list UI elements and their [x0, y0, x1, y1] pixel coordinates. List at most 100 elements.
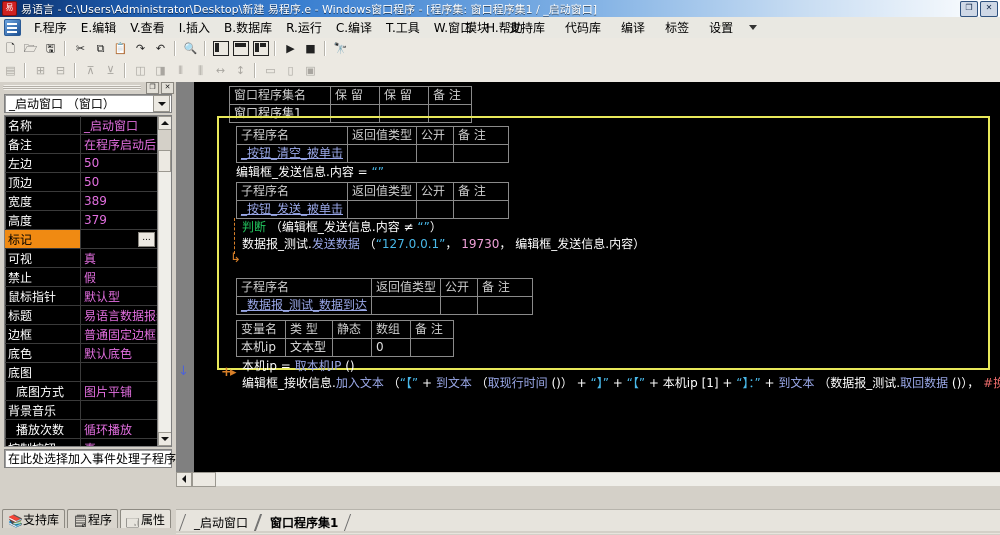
- property-row[interactable]: 底色默认底色: [5, 344, 157, 363]
- property-row[interactable]: 可视真: [5, 249, 157, 268]
- menu-item-codelib[interactable]: 代码库: [555, 17, 611, 38]
- property-value[interactable]: 真: [81, 249, 157, 267]
- property-value[interactable]: [81, 363, 157, 381]
- code-line[interactable]: 数据报_测试.发送数据 （“127.0.0.1”， 19730， 编辑框_发送信…: [242, 236, 645, 253]
- tab-properties[interactable]: 🗔 属性: [120, 509, 171, 528]
- editor-horizontal-scrollbar[interactable]: [176, 472, 1000, 486]
- menu-item-tag[interactable]: 标签: [655, 17, 699, 38]
- stop-square-icon[interactable]: ■: [301, 40, 320, 58]
- property-row[interactable]: 高度379: [5, 211, 157, 230]
- gutter-down-arrow-icon[interactable]: ↓: [178, 365, 189, 378]
- property-value[interactable]: _启动窗口: [81, 116, 157, 134]
- property-row[interactable]: 宽度389: [5, 192, 157, 211]
- undo-arrow-icon[interactable]: ↶: [151, 40, 170, 58]
- open-folder-icon[interactable]: 🗁: [21, 40, 40, 58]
- layout-left-panel-icon[interactable]: [211, 40, 230, 58]
- code-line[interactable]: 本机ip = 取本机IP (): [242, 358, 355, 375]
- scroll-down-button[interactable]: [158, 432, 172, 446]
- menu-item-view[interactable]: V.查看: [123, 17, 171, 38]
- run-play-icon[interactable]: ▶: [281, 40, 300, 58]
- redo-arrow-icon[interactable]: ↷: [131, 40, 150, 58]
- binoculars-icon[interactable]: 🔭: [331, 40, 350, 58]
- property-row[interactable]: 边框普通固定边框: [5, 325, 157, 344]
- table-row[interactable]: 本机ip 文本型 0: [237, 339, 454, 357]
- property-value[interactable]: 循环播放: [81, 420, 157, 438]
- menu-item-compile[interactable]: C.编译: [329, 17, 379, 38]
- code-line-current[interactable]: 编辑框_接收信息.加入文本 （“【” + 到文本 （取现行时间 ()） + “】…: [242, 375, 1000, 392]
- cell-sub-name[interactable]: _数据报_测试_数据到达: [237, 297, 372, 315]
- scroll-up-button[interactable]: [158, 116, 172, 130]
- editor-gutter[interactable]: ↓: [176, 82, 194, 472]
- menu-item-program[interactable]: F.程序: [27, 17, 74, 38]
- panel-close-button[interactable]: ✕: [161, 82, 174, 94]
- menu-item-settings[interactable]: 设置: [699, 17, 743, 38]
- property-value[interactable]: [81, 401, 157, 419]
- property-grid-scrollbar[interactable]: [157, 116, 171, 446]
- panel-restore-button[interactable]: ❐: [146, 82, 159, 94]
- scroll-thumb[interactable]: [192, 472, 216, 487]
- property-row[interactable]: 备注在程序启动后自: [5, 135, 157, 154]
- scroll-thumb[interactable]: [158, 150, 171, 172]
- property-row[interactable]: 标记...: [5, 230, 157, 249]
- close-button[interactable]: ✕: [980, 1, 998, 17]
- object-selector-combo[interactable]: _启动窗口 （窗口）: [4, 94, 172, 113]
- property-row[interactable]: 名称_启动窗口: [5, 116, 157, 135]
- property-value[interactable]: 默认型: [81, 287, 157, 305]
- table-row[interactable]: 窗口程序集1: [230, 105, 472, 123]
- property-row[interactable]: 播放次数循环播放: [5, 420, 157, 439]
- restore-button[interactable]: ❐: [960, 1, 978, 17]
- property-value[interactable]: 图片平铺: [81, 382, 157, 400]
- property-value[interactable]: 50: [81, 154, 157, 172]
- chevron-down-icon[interactable]: [749, 25, 757, 30]
- property-value[interactable]: ...: [81, 230, 157, 248]
- save-disk-icon[interactable]: 🖫: [41, 40, 60, 58]
- layout-top-panel-icon[interactable]: [231, 40, 250, 58]
- property-row[interactable]: 标题易语言数据报组: [5, 306, 157, 325]
- cell-sub-name[interactable]: _按钮_发送_被单击: [237, 201, 348, 219]
- layout-right-panel-icon[interactable]: [251, 40, 270, 58]
- doc-tab-start-window[interactable]: _启动窗口: [182, 514, 258, 531]
- code-canvas[interactable]: 窗口程序集名 保 留 保 留 备 注 窗口程序集1 子程序名 返回值: [194, 82, 1000, 472]
- table-row[interactable]: _按钮_清空_被单击: [237, 145, 509, 163]
- paste-clipboard-icon[interactable]: 📋: [111, 40, 130, 58]
- tab-program[interactable]: 🗒 程序: [67, 509, 118, 528]
- tab-support-library[interactable]: 📚 支持库: [2, 509, 65, 528]
- chevron-down-icon[interactable]: [153, 95, 170, 112]
- property-value[interactable]: 真: [81, 439, 157, 446]
- menu-item-edit[interactable]: E.编辑: [74, 17, 123, 38]
- doc-tab-window-program-set[interactable]: 窗口程序集1: [258, 514, 348, 531]
- property-value[interactable]: 默认底色: [81, 344, 157, 362]
- code-line[interactable]: 编辑框_发送信息.内容 = “”: [236, 164, 384, 181]
- cell-sub-name[interactable]: _按钮_清空_被单击: [237, 145, 348, 163]
- property-row[interactable]: 控制按钮真: [5, 439, 157, 446]
- new-file-icon[interactable]: 🗋: [1, 40, 20, 58]
- copy-icon[interactable]: ⧉: [91, 40, 110, 58]
- property-row[interactable]: 底图方式图片平铺: [5, 382, 157, 401]
- table-row[interactable]: _数据报_测试_数据到达: [237, 297, 533, 315]
- property-row[interactable]: 底图: [5, 363, 157, 382]
- property-value[interactable]: 50: [81, 173, 157, 191]
- property-row[interactable]: 禁止假: [5, 268, 157, 287]
- event-selector-combo[interactable]: 在此处选择加入事件处理子程序: [4, 449, 172, 468]
- find-magnifier-icon[interactable]: 🔍: [181, 40, 200, 58]
- menu-item-module[interactable]: 模块: [455, 17, 499, 38]
- code-line[interactable]: 判断 （编辑框_发送信息.内容 ≠ “”）: [242, 219, 442, 236]
- property-value[interactable]: 389: [81, 192, 157, 210]
- property-value[interactable]: 379: [81, 211, 157, 229]
- property-row[interactable]: 顶边50: [5, 173, 157, 192]
- menu-item-tools[interactable]: T.工具: [379, 17, 427, 38]
- property-grid-rows[interactable]: 名称_启动窗口备注在程序启动后自左边50顶边50宽度389高度379标记...可…: [5, 116, 157, 446]
- cut-scissors-icon[interactable]: ✂: [71, 40, 90, 58]
- menu-item-run[interactable]: R.运行: [279, 17, 329, 38]
- menu-item-database[interactable]: B.数据库: [217, 17, 279, 38]
- menu-item-build[interactable]: 编译: [611, 17, 655, 38]
- property-value[interactable]: 易语言数据报组: [81, 306, 157, 324]
- property-row[interactable]: 左边50: [5, 154, 157, 173]
- property-value[interactable]: 假: [81, 268, 157, 286]
- property-value[interactable]: 普通固定边框: [81, 325, 157, 343]
- property-row[interactable]: 鼠标指针默认型: [5, 287, 157, 306]
- menu-item-insert[interactable]: I.插入: [172, 17, 217, 38]
- table-row[interactable]: _按钮_发送_被单击: [237, 201, 509, 219]
- scroll-left-button[interactable]: [176, 472, 192, 487]
- property-row[interactable]: 背景音乐: [5, 401, 157, 420]
